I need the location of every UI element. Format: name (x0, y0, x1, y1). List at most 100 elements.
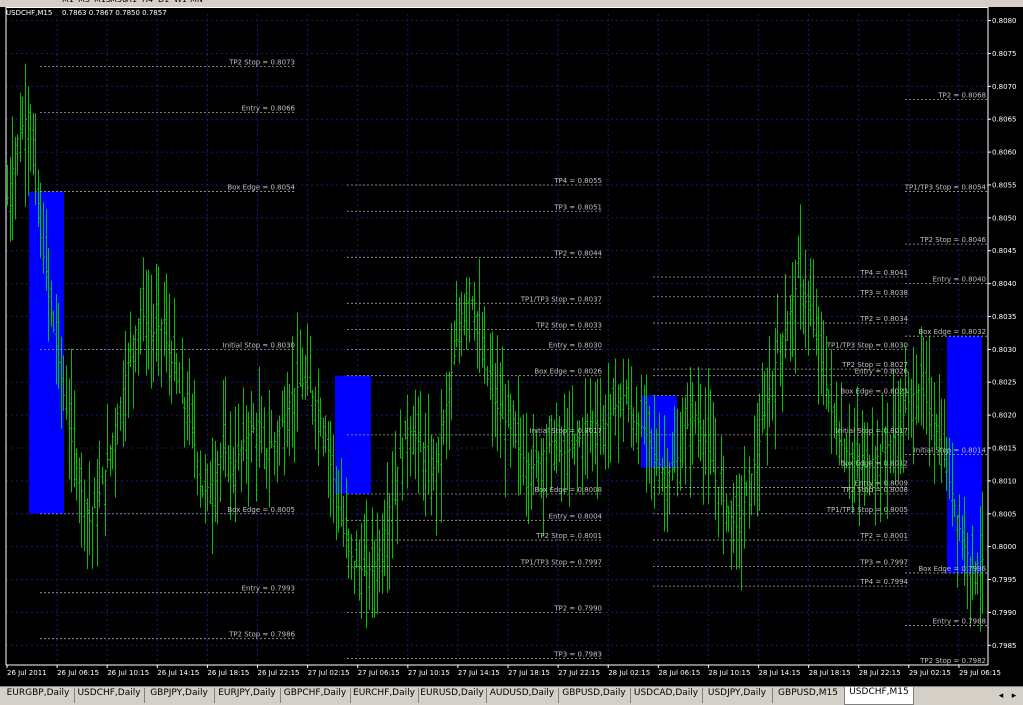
price-tick-label: 0.8080 (992, 17, 1017, 25)
level-label: TP2 Stop = 0.8073 (228, 59, 295, 67)
price-tick-label: 0.7990 (992, 609, 1017, 617)
level-label: TP2 = 0.8034 (859, 315, 908, 323)
time-tick-label: 28 Jul 14:15 (759, 669, 801, 677)
price-tick-label: 0.8075 (992, 50, 1017, 58)
level-label: Entry = 0.8040 (933, 276, 986, 284)
price-tick-label: 0.8025 (992, 379, 1017, 387)
timeframe-d1-button[interactable]: D1 (158, 0, 169, 6)
price-tick-label: 0.7985 (992, 642, 1017, 650)
level-label: TP2 Stop = 0.7982 (919, 657, 986, 665)
level-label: TP3 = 0.8051 (553, 203, 602, 211)
time-tick-label: 27 Jul 18:15 (508, 669, 550, 677)
level-label: Box Edge = 0.7996 (918, 565, 986, 573)
level-label: TP3 = 0.8038 (859, 289, 908, 297)
time-tick-label: 26 Jul 14:15 (157, 669, 199, 677)
level-label: Initial Stop = 0.8017 (530, 427, 602, 435)
level-label: TP2 = 0.8068 (937, 91, 986, 99)
timeframe-mn-button[interactable]: MN (190, 0, 203, 6)
level-label: Box Edge = 0.8023 (840, 387, 908, 395)
tab-scroll-left-icon[interactable]: ◂ (995, 689, 1007, 703)
chart-header-title: USDCHF,M15 (6, 9, 52, 17)
level-label: Box Edge = 0.8054 (227, 184, 295, 192)
chart-tab-gbpusd-m15[interactable]: GBPUSD,M15 (772, 688, 845, 703)
chart-tab-eurgbp-daily[interactable]: EURGBP,Daily (2, 688, 75, 703)
price-tick-label: 0.8000 (992, 543, 1017, 551)
time-tick-label: 26 Jul 06:15 (57, 669, 99, 677)
chart-tab-eurusd-daily[interactable]: EURUSD,Daily (418, 688, 487, 703)
level-label: Entry = 0.8030 (549, 341, 602, 349)
time-tick-label: 27 Jul 10:15 (408, 669, 450, 677)
time-tick-label: 27 Jul 22:15 (558, 669, 600, 677)
timeframe-m15-button[interactable]: M15 (94, 0, 111, 6)
chart-tab-gbpusd-daily[interactable]: GBPUSD,Daily (558, 688, 631, 703)
level-label: TP2 Stop = 0.7986 (228, 631, 295, 639)
time-tick-label: 26 Jul 18:15 (207, 669, 249, 677)
level-label: TP2 Stop = 0.8008 (841, 486, 908, 494)
timeframe-m5-button[interactable]: M5 (78, 0, 90, 6)
level-label: TP3 = 0.7997 (859, 558, 908, 566)
level-label: Box Edge = 0.8012 (840, 460, 908, 468)
level-label: TP1/TP3 Stop = 0.8054 (904, 184, 987, 192)
time-tick-label: 27 Jul 14:15 (458, 669, 500, 677)
level-label: Box Edge = 0.8005 (227, 506, 295, 514)
price-tick-label: 0.8015 (992, 445, 1017, 453)
terminal-window: M1 M5 M15M30H1 H4 D1 W1MN TP2 Stop = 0.8073 En… (0, 0, 1023, 705)
level-label: TP1/TP3 Stop = 0.8005 (826, 506, 908, 514)
time-tick-label: 28 Jul 10:15 (708, 669, 750, 677)
level-label: TP4 = 0.8055 (553, 177, 602, 185)
time-tick-label: 28 Jul 18:15 (809, 669, 851, 677)
level-label: Entry = 0.8026 (855, 368, 909, 376)
price-tick-label: 0.8065 (992, 116, 1017, 124)
price-tick-label: 0.8045 (992, 247, 1017, 255)
level-label: Initial Stop = 0.8014 (914, 447, 987, 455)
timeframe-w1-button[interactable]: W1 (174, 0, 187, 6)
chart-tab-usdchf-daily[interactable]: USDCHF,Daily (74, 688, 145, 703)
price-tick-label: 0.8055 (992, 181, 1017, 189)
price-tick-label: 0.8010 (992, 477, 1017, 485)
chart-tab-usdchf-m15[interactable]: USDCHF,M15 (844, 687, 914, 705)
chart-tab-eurjpy-daily[interactable]: EURJPY,Daily (214, 688, 281, 703)
time-tick-label: 26 Jul 10:15 (107, 669, 149, 677)
level-label: TP2 Stop = 0.8046 (919, 236, 986, 244)
level-label: Initial Stop = 0.8017 (836, 427, 908, 435)
time-tick-label: 27 Jul 06:15 (358, 669, 400, 677)
price-tick-label: 0.8060 (992, 149, 1017, 157)
level-label: TP4 = 0.7994 (859, 578, 908, 586)
chart-tab-gbpchf-daily[interactable]: GBPCHF,Daily (280, 688, 351, 703)
level-label: Initial Stop = 0.8030 (223, 341, 295, 349)
chart-header-ohlc: 0.7863 0.7867 0.7850 0.7857 (62, 9, 167, 17)
timeframe-m30-button[interactable]: M30 (110, 0, 127, 6)
level-label: TP2 Stop = 0.8001 (535, 532, 602, 540)
price-tick-label: 0.8040 (992, 280, 1017, 288)
time-tick-label: 28 Jul 22:15 (859, 669, 901, 677)
timeframe-h4-button[interactable]: H4 (142, 0, 153, 6)
level-label: Box Edge = 0.8032 (918, 328, 986, 336)
level-label: TP3 = 0.7983 (553, 650, 602, 658)
chart-tab-usdjpy-daily[interactable]: USDJPY,Daily (702, 688, 773, 703)
price-tick-label: 0.8005 (992, 510, 1017, 518)
price-tick-label: 0.8030 (992, 346, 1017, 354)
tab-scroll-right-icon[interactable]: ▸ (1008, 689, 1020, 703)
chart-tab-bar: EURGBP,Daily USDCHF,Daily GBPJPY,Daily EURJ… (0, 686, 1023, 705)
level-label: TP2 = 0.7990 (553, 604, 602, 612)
price-tick-label: 0.7995 (992, 576, 1017, 584)
timeframe-h1-button[interactable]: H1 (126, 0, 137, 6)
time-tick-label: 26 Jul 2011 (7, 669, 47, 677)
level-label: Entry = 0.7993 (242, 585, 295, 593)
price-tick-label: 0.8070 (992, 83, 1017, 91)
level-label: TP4 = 0.8041 (859, 269, 908, 277)
chart-tab-audusd-daily[interactable]: AUDUSD,Daily (486, 688, 559, 703)
level-label: TP1/TP3 Stop = 0.8037 (520, 295, 602, 303)
timeframe-m1-button[interactable]: M1 (62, 0, 74, 6)
chart-tab-eurchf-daily[interactable]: EURCHF,Daily (350, 688, 419, 703)
time-tick-label: 26 Jul 22:15 (258, 669, 300, 677)
time-tick-label: 27 Jul 02:15 (308, 669, 350, 677)
level-label: Box Edge = 0.8026 (534, 368, 602, 376)
level-label: TP2 Stop = 0.8033 (535, 322, 602, 330)
chart-tab-usdcad-daily[interactable]: USDCAD,Daily (630, 688, 703, 703)
price-tick-label: 0.8050 (992, 214, 1017, 222)
level-label: TP2 = 0.8044 (553, 249, 602, 257)
price-chart[interactable]: TP2 Stop = 0.8073 Entry = 0.8066 Box Edge … (0, 7, 1023, 686)
level-label: Entry = 0.8066 (242, 105, 296, 113)
chart-tab-gbpjpy-daily[interactable]: GBPJPY,Daily (144, 688, 215, 703)
